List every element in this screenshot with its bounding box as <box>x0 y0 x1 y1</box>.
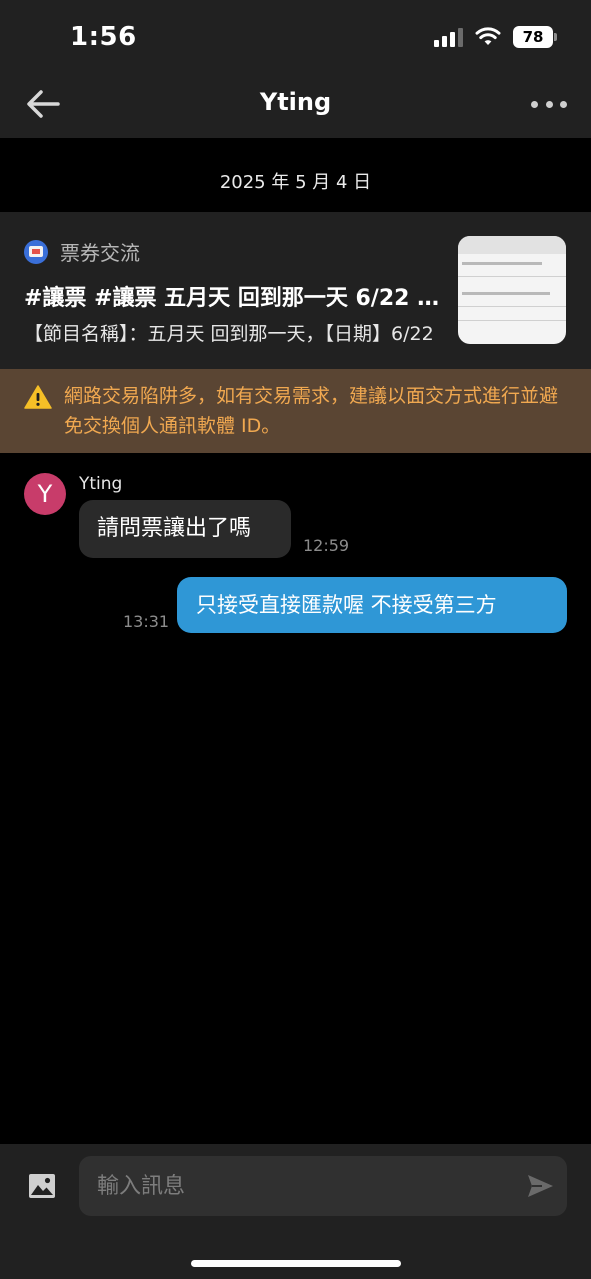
safety-warning-banner: 網路交易陷阱多，如有交易需求，建議以面交方式進行並避免交換個人通訊軟體 ID。 <box>0 369 591 453</box>
message-composer <box>0 1144 591 1279</box>
warning-text: 網路交易陷阱多，如有交易需求，建議以面交方式進行並避免交換個人通訊軟體 ID。 <box>64 385 559 437</box>
cellular-signal-icon <box>434 27 463 47</box>
listing-category: 票券交流 <box>24 237 140 266</box>
avatar[interactable]: Y <box>24 473 66 515</box>
chat-screen: 1:56 78 Yting 2025 年 5 月 4 日 票券交流 #讓票 #讓… <box>0 0 591 1279</box>
listing-card[interactable]: 票券交流 #讓票 #讓票 五月天 回到那一天 6/22 台北 B2 區 2 連號… <box>0 212 591 369</box>
status-icons: 78 <box>434 26 557 48</box>
chat-title: Yting <box>259 88 332 116</box>
home-indicator <box>191 1260 401 1267</box>
outgoing-message-bubble[interactable]: 只接受直接匯款喔 不接受第三方 <box>177 577 567 633</box>
sender-name: Yting <box>79 474 123 494</box>
category-label: 票券交流 <box>60 241 140 265</box>
ticket-board-icon <box>24 239 48 264</box>
battery-indicator: 78 <box>513 26 557 48</box>
warning-triangle-icon <box>24 385 52 409</box>
top-bar: 1:56 78 Yting <box>0 0 591 138</box>
wifi-icon <box>475 27 501 45</box>
incoming-message-time: 12:59 <box>303 536 350 555</box>
date-divider: 2025 年 5 月 4 日 <box>219 172 372 193</box>
listing-title: #讓票 #讓票 五月天 回到那一天 6/22 台北 B2 區 2 連號 <box>24 286 444 311</box>
outgoing-message-time: 13:31 <box>123 612 170 631</box>
status-time: 1:56 <box>70 22 137 52</box>
listing-snippet: 【節目名稱】：五月天 回到那一天，【日期】6/22 <box>24 323 434 345</box>
listing-thumbnail[interactable] <box>458 236 566 344</box>
more-horizontal-icon[interactable] <box>531 96 567 112</box>
image-icon[interactable] <box>28 1172 56 1200</box>
send-icon[interactable] <box>526 1172 554 1200</box>
incoming-message-bubble[interactable]: 請問票讓出了嗎 <box>79 500 291 558</box>
message-input[interactable] <box>79 1156 567 1216</box>
